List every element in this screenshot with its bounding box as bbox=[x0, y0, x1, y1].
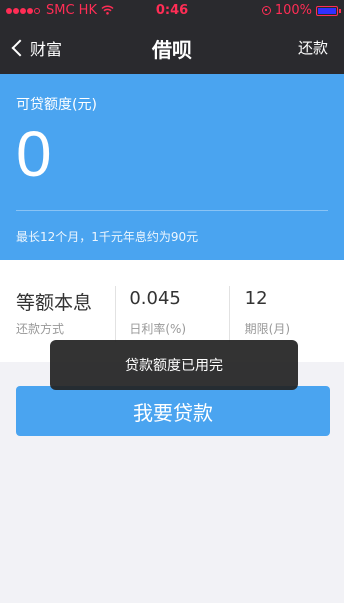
daily-rate-label: 日利率(%) bbox=[129, 322, 187, 336]
page-title: 借呗 bbox=[152, 38, 192, 62]
status-bar: SMC HK 0:46 100% bbox=[0, 0, 344, 22]
repayment-method-value: 等额本息 bbox=[16, 292, 93, 314]
credit-divider bbox=[16, 210, 328, 211]
credit-note: 最长12个月，1千元年息约为90元 bbox=[16, 230, 199, 244]
repayment-method-label: 还款方式 bbox=[16, 322, 65, 336]
apply-loan-button[interactable]: 我要贷款 bbox=[16, 386, 330, 436]
orientation-lock-icon bbox=[261, 6, 271, 15]
battery-percent: 100% bbox=[274, 3, 312, 18]
toast-message: 贷款额度已用完 bbox=[50, 340, 298, 390]
daily-rate-value: 0.045 bbox=[129, 288, 181, 309]
credit-limit-label: 可贷额度(元) bbox=[16, 97, 97, 113]
repay-button[interactable]: 还款 bbox=[298, 37, 328, 58]
status-right: 100% bbox=[261, 3, 341, 18]
screen: SMC HK 0:46 100% 财富 借呗 还款 可贷额度(元) 0 最长12… bbox=[0, 0, 344, 603]
term-label: 期限(月) bbox=[244, 322, 291, 336]
term-value: 12 bbox=[244, 288, 268, 309]
credit-limit-amount: 0 bbox=[16, 118, 52, 190]
nav-bar: 财富 借呗 还款 bbox=[0, 22, 344, 74]
battery-icon bbox=[316, 5, 341, 16]
credit-panel: 可贷额度(元) 0 最长12个月，1千元年息约为90元 bbox=[0, 74, 344, 260]
